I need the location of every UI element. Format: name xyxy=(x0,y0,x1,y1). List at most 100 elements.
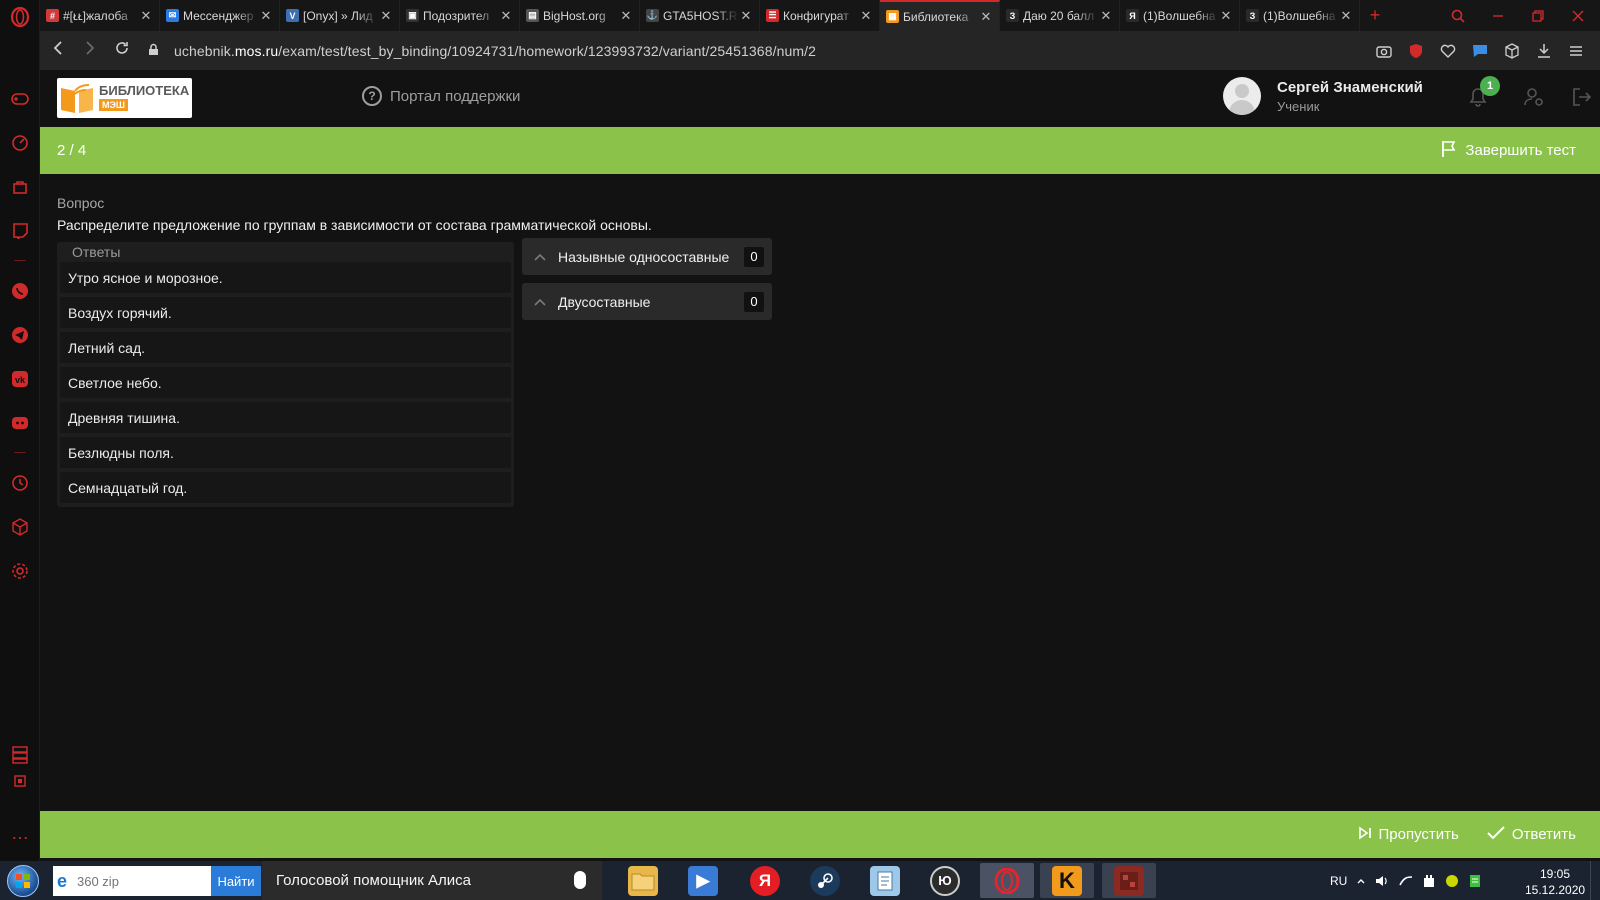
answer-item[interactable]: Летний сад. xyxy=(60,332,511,363)
web-search-input[interactable] xyxy=(77,873,205,889)
url-field[interactable]: uchebnik.mos.ru/exam/test/test_by_bindin… xyxy=(174,43,816,59)
browser-tab[interactable]: ⚓ GTA5HOST.R ✕ xyxy=(640,0,760,31)
lock-icon[interactable] xyxy=(148,43,166,59)
telegram-icon[interactable] xyxy=(9,324,31,346)
settings-gear-icon[interactable] xyxy=(9,560,31,582)
download-icon[interactable] xyxy=(1534,41,1554,61)
bag-icon[interactable] xyxy=(9,176,31,198)
gamepad-icon[interactable] xyxy=(9,88,31,110)
package-icon[interactable] xyxy=(1502,41,1522,61)
tab-close-icon[interactable]: ✕ xyxy=(739,8,753,24)
clock-date: 15.12.2020 xyxy=(1525,883,1586,897)
whatsapp-icon[interactable] xyxy=(9,280,31,302)
logo-title: БИБЛИОТЕКА xyxy=(99,83,190,98)
steam-taskbar-button[interactable] xyxy=(798,863,852,898)
tab-close-icon[interactable]: ✕ xyxy=(139,8,153,24)
answer-text: Летний сад. xyxy=(68,339,146,356)
back-arrow-icon[interactable] xyxy=(42,41,74,60)
yandex-taskbar-button[interactable]: Я xyxy=(738,863,792,898)
browser-tab[interactable]: З Даю 20 балл ✕ xyxy=(1000,0,1120,31)
tab-close-icon[interactable]: ✕ xyxy=(979,9,993,25)
browser-tab[interactable]: ☰ Конфигурат ✕ xyxy=(760,0,880,31)
chevron-up-icon[interactable] xyxy=(522,295,558,309)
tray-app-icon[interactable] xyxy=(1445,874,1459,888)
tab-close-icon[interactable]: ✕ xyxy=(1219,8,1233,24)
skip-button[interactable]: Пропустить xyxy=(1358,825,1459,844)
notepad-taskbar-button[interactable] xyxy=(858,863,912,898)
tray-expand-icon[interactable] xyxy=(1357,878,1365,884)
browser-tab[interactable]: Я (1)Волшебна ✕ xyxy=(1120,0,1240,31)
web-search-button[interactable]: Найти xyxy=(211,866,261,896)
new-tab-button[interactable]: + xyxy=(1360,0,1390,31)
power-icon[interactable] xyxy=(1423,874,1435,888)
media-player-taskbar-button[interactable]: ▶ xyxy=(676,863,730,898)
browser-tab[interactable]: # #[ᴌᴌ]жалоба ✕ xyxy=(40,0,160,31)
vk-icon[interactable]: vk xyxy=(9,368,31,390)
flow-icon[interactable] xyxy=(1470,41,1490,61)
finish-test-button[interactable]: Завершить тест xyxy=(1441,140,1576,161)
network-icon[interactable] xyxy=(1399,875,1413,887)
answer-item[interactable]: Древняя тишина. xyxy=(60,402,511,433)
cpu-icon[interactable] xyxy=(9,770,31,792)
user-settings-icon[interactable] xyxy=(1522,85,1546,109)
speedometer-icon[interactable] xyxy=(9,132,31,154)
storage-icon[interactable] xyxy=(9,744,31,766)
browser-tab[interactable]: З (1)Волшебна ✕ xyxy=(1240,0,1360,31)
answer-item[interactable]: Утро ясное и морозное. xyxy=(60,262,511,293)
game-taskbar-button[interactable] xyxy=(1102,863,1156,898)
browser-tab[interactable]: ▦ Библиотека ✕ xyxy=(880,0,1000,31)
browser-tab[interactable]: ✉ Мессенджер ✕ xyxy=(160,0,280,31)
tab-close-icon[interactable]: ✕ xyxy=(859,8,873,24)
reload-icon[interactable] xyxy=(106,41,138,60)
web-search-box[interactable]: e xyxy=(53,866,211,896)
answer-item[interactable]: Светлое небо. xyxy=(60,367,511,398)
forward-arrow-icon[interactable] xyxy=(74,41,106,60)
tab-close-icon[interactable]: ✕ xyxy=(259,8,273,24)
group-nominative-one-part[interactable]: Назывные односоставные 0 xyxy=(522,238,772,275)
language-indicator[interactable]: RU xyxy=(1330,874,1347,888)
tab-close-icon[interactable]: ✕ xyxy=(499,8,513,24)
more-dots-icon[interactable]: … xyxy=(9,822,31,844)
opera-logo-icon[interactable] xyxy=(9,6,31,28)
twitch-icon[interactable] xyxy=(9,220,31,242)
user-profile[interactable]: Сергей Знаменский Ученик xyxy=(1223,77,1423,115)
chevron-up-icon[interactable] xyxy=(522,250,558,264)
shield-icon[interactable] xyxy=(1406,41,1426,61)
group-two-part[interactable]: Двусоставные 0 xyxy=(522,283,772,320)
discord-icon[interactable] xyxy=(9,412,31,434)
library-logo[interactable]: БИБЛИОТЕКА МЭШ xyxy=(57,78,192,118)
answer-item[interactable]: Семнадцатый год. xyxy=(60,472,511,503)
heart-icon[interactable] xyxy=(1438,41,1458,61)
logout-icon[interactable] xyxy=(1570,85,1594,109)
tab-close-icon[interactable]: ✕ xyxy=(1099,8,1113,24)
minimize-window-button[interactable] xyxy=(1478,0,1518,31)
explorer-taskbar-button[interactable] xyxy=(616,863,670,898)
history-icon[interactable] xyxy=(9,472,31,494)
k-app-taskbar-button[interactable]: K xyxy=(1040,863,1094,898)
tab-close-icon[interactable]: ✕ xyxy=(379,8,393,24)
yu-app-taskbar-button[interactable]: Ю xyxy=(918,863,972,898)
browser-tab[interactable]: ▣ Подозрител ✕ xyxy=(400,0,520,31)
opera-taskbar-button[interactable] xyxy=(980,863,1034,898)
camera-icon[interactable] xyxy=(1374,41,1394,61)
volume-icon[interactable] xyxy=(1375,875,1389,887)
restore-window-button[interactable] xyxy=(1518,0,1558,31)
tab-close-icon[interactable]: ✕ xyxy=(619,8,633,24)
close-window-button[interactable] xyxy=(1558,0,1598,31)
system-clock[interactable]: 19:05 15.12.2020 xyxy=(1525,866,1585,898)
support-portal-link[interactable]: ? Портал поддержки xyxy=(362,86,520,106)
answer-item[interactable]: Воздух горячий. xyxy=(60,297,511,328)
start-button[interactable] xyxy=(0,861,46,900)
cube-icon[interactable] xyxy=(9,516,31,538)
search-tabs-icon[interactable] xyxy=(1438,0,1478,31)
tab-title: (1)Волшебна xyxy=(1263,8,1336,23)
tray-notes-icon[interactable] xyxy=(1469,874,1481,888)
answer-button[interactable]: Ответить xyxy=(1487,825,1576,844)
menu-icon[interactable] xyxy=(1566,41,1586,61)
show-desktop-button[interactable] xyxy=(1590,861,1600,900)
answer-item[interactable]: Безлюдны поля. xyxy=(60,437,511,468)
alice-voice-assistant[interactable]: Голосовой помощник Алиса xyxy=(262,861,602,900)
browser-tab[interactable]: ▤ BigHost.org ✕ xyxy=(520,0,640,31)
browser-tab[interactable]: V [Onyx] » Лид ✕ xyxy=(280,0,400,31)
tab-close-icon[interactable]: ✕ xyxy=(1339,8,1353,24)
